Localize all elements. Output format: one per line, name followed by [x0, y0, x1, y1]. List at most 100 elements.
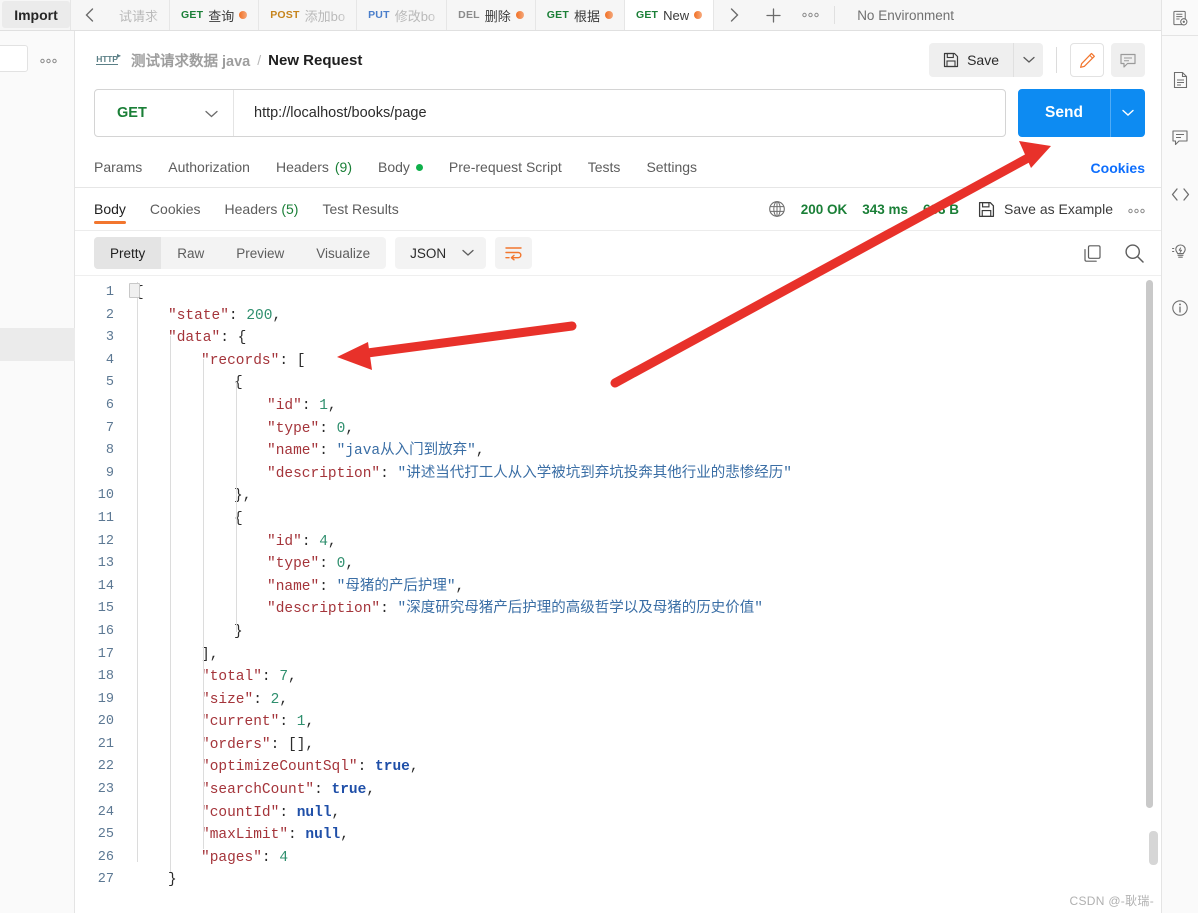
copy-button[interactable]	[1083, 244, 1102, 263]
code-line: 11 {	[75, 508, 1161, 531]
response-tab-cookies[interactable]: Cookies	[150, 188, 201, 231]
line-number: 3	[105, 330, 114, 346]
fold-toggle[interactable]	[129, 283, 140, 298]
collection-settings-icon	[1172, 10, 1187, 25]
view-mode-raw[interactable]: Raw	[161, 237, 220, 269]
code-line-content: }	[234, 623, 243, 640]
cookies-link[interactable]: Cookies	[1091, 160, 1145, 176]
import-button[interactable]: Import	[2, 1, 70, 28]
code-line: 3 "data": {	[75, 327, 1161, 350]
line-number: 6	[105, 397, 114, 413]
code-line: 27}	[75, 869, 1161, 887]
code-line: 12 "id": 4,	[75, 531, 1161, 554]
mock-lightbulb-icon	[1171, 243, 1186, 258]
line-number: 16	[97, 623, 114, 639]
comments-icon-button[interactable]	[1162, 124, 1198, 150]
sidebar-more-button[interactable]	[40, 51, 57, 67]
toolbar-divider	[834, 6, 836, 24]
info-icon-button[interactable]	[1162, 295, 1198, 321]
http-protocol-icon: HTTP ▸	[94, 50, 121, 70]
sidebar-search-box[interactable]	[0, 45, 28, 72]
environment-label: No Environment	[857, 7, 954, 23]
vertical-scrollbar-thumb[interactable]	[1146, 280, 1153, 808]
comment-request-button[interactable]	[1111, 43, 1145, 77]
request-tab[interactable]: GET New	[624, 0, 715, 30]
request-tab-params[interactable]: Params	[94, 159, 142, 177]
request-tab-label: Pre-request Script	[448, 159, 562, 175]
tabs-scroll-right-button[interactable]	[714, 0, 754, 30]
sidebar-selected-row[interactable]	[0, 328, 75, 361]
code-line: 19 "size": 2,	[75, 689, 1161, 712]
request-tab[interactable]: 试请求	[108, 0, 171, 30]
response-tab-label: Cookies	[149, 201, 201, 217]
view-mode-pretty[interactable]: Pretty	[94, 237, 162, 269]
line-number: 14	[97, 578, 114, 594]
view-mode-visualize[interactable]: Visualize	[300, 237, 386, 269]
send-button-group: Send	[1018, 89, 1145, 137]
request-tab[interactable]: PUT 修改bo	[357, 0, 448, 30]
ellipsis-icon	[1128, 208, 1145, 214]
tab-method-label: GET	[635, 9, 659, 21]
method-selector[interactable]: GET	[95, 90, 234, 136]
send-button[interactable]: Send	[1018, 89, 1110, 137]
url-input[interactable]: http://localhost/books/page	[234, 90, 1005, 136]
view-mode-preview[interactable]: Preview	[220, 237, 300, 269]
environment-selector[interactable]: No Environment	[841, 0, 1198, 30]
request-tab[interactable]: GET 根据	[535, 0, 625, 30]
request-tab-pre-request-script[interactable]: Pre-request Script	[449, 159, 562, 177]
response-more-button[interactable]	[1128, 201, 1145, 217]
tab-name-label: 查询	[208, 8, 235, 24]
request-tab[interactable]: POST 添加bo	[259, 0, 358, 30]
line-number: 27	[97, 872, 114, 887]
request-tab-label: Authorization	[168, 159, 250, 175]
word-wrap-button[interactable]	[495, 237, 533, 269]
format-selector[interactable]: JSON	[395, 237, 487, 269]
vertical-scrollbar-track[interactable]	[1146, 276, 1157, 887]
response-tab-headers[interactable]: Headers (5)	[225, 188, 299, 231]
mock-server-icon-button[interactable]	[1162, 238, 1198, 264]
collection-settings-icon-button[interactable]	[1162, 5, 1198, 31]
code-line-content: "state": 200,	[168, 307, 282, 324]
response-tab-body[interactable]: Body	[94, 188, 126, 231]
request-pane: HTTP ▸ 测试请求数据 java / New Request Save GE…	[75, 31, 1161, 913]
request-tab[interactable]: GET 查询	[170, 0, 260, 30]
save-button[interactable]: Save	[929, 43, 1013, 77]
breadcrumb-collection[interactable]: 测试请求数据 java	[131, 50, 250, 71]
view-mode-segmented-control: Pretty Raw Preview Visualize	[94, 237, 387, 269]
documentation-icon-button[interactable]	[1162, 67, 1198, 93]
request-tab-body[interactable]: Body	[378, 159, 423, 177]
response-body-viewer[interactable]: 1{2"state": 200,3"data": {4"records": [5…	[75, 275, 1161, 887]
code-line-content: {	[234, 510, 243, 527]
left-sidebar	[0, 31, 75, 913]
request-tab-settings[interactable]: Settings	[646, 159, 697, 177]
request-tab-headers[interactable]: Headers (9)	[276, 159, 352, 177]
tabs-scroll-left-button[interactable]	[70, 0, 108, 30]
code-line: 10},	[75, 485, 1161, 508]
scroll-indicator[interactable]	[1149, 831, 1158, 865]
code-line: 14 "name": "母猪的产后护理",	[75, 576, 1161, 599]
search-button[interactable]	[1124, 243, 1145, 264]
line-number: 22	[97, 759, 114, 775]
response-meta: 200 OK 343 ms 633 B Save as Example	[768, 200, 1145, 218]
code-snippet-icon-button[interactable]	[1162, 181, 1198, 207]
indent-guide	[203, 359, 204, 849]
save-dropdown-button[interactable]	[1013, 43, 1043, 77]
code-line-content: "orders": [],	[201, 736, 315, 753]
save-as-example-button[interactable]: Save as Example	[978, 201, 1113, 218]
response-tab-test-results[interactable]: Test Results	[322, 188, 398, 231]
body-present-dot	[415, 163, 423, 171]
request-tab[interactable]: DEL 删除	[447, 0, 536, 30]
tab-name-label: 试请求	[119, 8, 159, 24]
floppy-disk-icon	[943, 52, 959, 68]
chevron-down-icon	[205, 106, 218, 121]
edit-request-button[interactable]	[1070, 43, 1104, 77]
send-dropdown-button[interactable]	[1110, 89, 1145, 137]
request-tab-tests[interactable]: Tests	[588, 159, 621, 177]
new-tab-button[interactable]	[754, 0, 792, 30]
save-button-group: Save	[929, 43, 1043, 77]
code-line: 5{	[75, 372, 1161, 395]
pencil-icon	[1079, 52, 1095, 68]
tab-options-button[interactable]	[792, 0, 828, 30]
request-tab-label: Tests	[587, 159, 621, 175]
request-tab-authorization[interactable]: Authorization	[168, 159, 250, 177]
